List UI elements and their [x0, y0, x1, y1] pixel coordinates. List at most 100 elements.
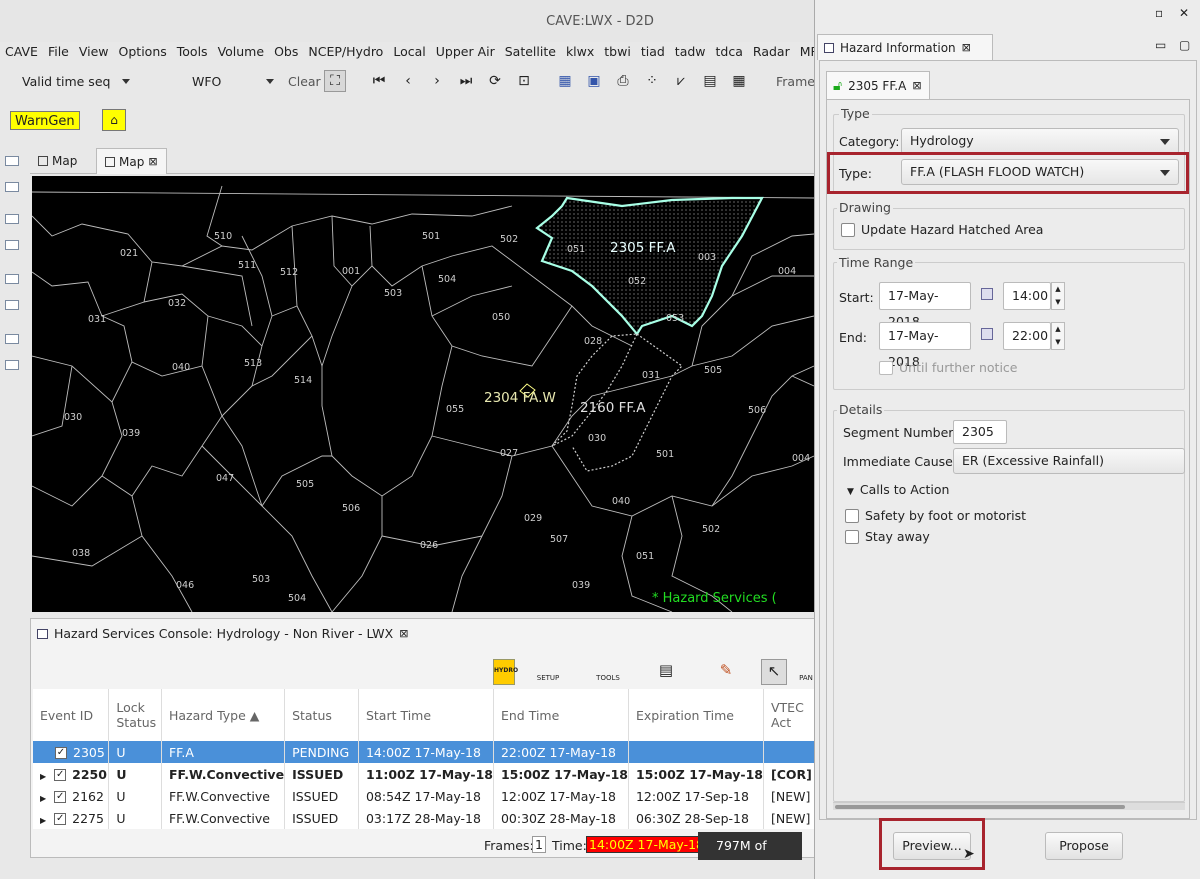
- expand-icon[interactable]: ▶: [40, 794, 46, 803]
- menu-tadw[interactable]: tadw: [670, 42, 711, 62]
- scrollbar-thumb[interactable]: [835, 805, 1125, 809]
- menu-file[interactable]: File: [43, 42, 74, 62]
- col-status[interactable]: Status: [284, 689, 359, 741]
- start-time-spinner[interactable]: ▲ ▼: [1051, 282, 1065, 310]
- print-icon[interactable]: ⎙: [612, 70, 634, 92]
- start-time-field[interactable]: 14:00: [1003, 282, 1051, 310]
- menu-satellite[interactable]: Satellite: [500, 42, 561, 62]
- clear-button[interactable]: Clear: [288, 74, 321, 89]
- call-safety-checkbox[interactable]: Safety by foot or motorist: [845, 508, 1026, 523]
- first-frame-icon[interactable]: ⏮: [368, 70, 390, 92]
- start-date-field[interactable]: 17-May-2018: [879, 282, 971, 329]
- window-icon[interactable]: [5, 240, 19, 250]
- menu-tiad[interactable]: tiad: [636, 42, 670, 62]
- baseline-icon[interactable]: ⩗: [670, 70, 692, 92]
- points-icon[interactable]: ⁘: [641, 70, 663, 92]
- col-vtec[interactable]: VTEC Act: [763, 689, 815, 741]
- menu-tdca[interactable]: tdca: [711, 42, 748, 62]
- console-tab[interactable]: Hazard Services Console: Hydrology - Non…: [31, 619, 414, 649]
- close-icon[interactable]: ⊠: [912, 79, 921, 92]
- minimize-icon[interactable]: [5, 156, 19, 166]
- calendar-icon[interactable]: [981, 288, 993, 300]
- expand-icon[interactable]: ▶: [40, 772, 46, 781]
- table-row[interactable]: ✓ 2305 U FF.A PENDING 14:00Z 17-May-18 22…: [33, 741, 815, 763]
- close-icon[interactable]: ⊠: [399, 619, 408, 649]
- row-checkbox[interactable]: ✓: [54, 769, 67, 781]
- end-time-field[interactable]: 22:00: [1003, 322, 1051, 350]
- panel-layout-icon[interactable]: ▤: [699, 70, 721, 92]
- menu-klwx[interactable]: klwx: [561, 42, 599, 62]
- expand-icon[interactable]: ▶: [40, 816, 46, 825]
- close-icon[interactable]: ✕: [1179, 6, 1189, 20]
- warngen-button[interactable]: WarnGen: [10, 111, 80, 130]
- menu-mrms[interactable]: MRMS: [795, 42, 816, 62]
- close-icon[interactable]: ⊠: [962, 41, 971, 54]
- close-icon[interactable]: ⊠: [148, 150, 157, 174]
- row-checkbox[interactable]: ✓: [54, 791, 67, 803]
- minimize-icon[interactable]: [5, 334, 19, 344]
- segment-field[interactable]: 2305: [953, 420, 1007, 444]
- pencil-icon[interactable]: ✎: [717, 659, 735, 685]
- memory-indicator[interactable]: 797M of: [698, 832, 802, 860]
- checkbox-box[interactable]: [841, 222, 855, 237]
- minimize-icon[interactable]: [5, 214, 19, 224]
- zoom-fit-icon[interactable]: ⛶: [324, 70, 346, 92]
- properties-icon[interactable]: ▣: [583, 70, 605, 92]
- menu-upper-air[interactable]: Upper Air: [431, 42, 500, 62]
- end-time-spinner[interactable]: ▲ ▼: [1051, 322, 1065, 350]
- col-end-time[interactable]: End Time: [493, 689, 629, 741]
- checkbox-box[interactable]: [845, 508, 859, 523]
- next-frame-icon[interactable]: ›: [426, 70, 448, 92]
- col-event-id[interactable]: Event ID: [33, 689, 110, 741]
- tab-map-1[interactable]: Map: [30, 148, 85, 174]
- loop-icon[interactable]: ⟳: [484, 70, 506, 92]
- checkbox-box[interactable]: [845, 529, 859, 544]
- image-tool-icon[interactable]: ▦: [554, 70, 576, 92]
- pan-icon[interactable]: PAN: [797, 659, 815, 685]
- table-row[interactable]: ▶ ✓ 2162 U FF.W.Convective ISSUED 08:54Z 1…: [33, 785, 815, 807]
- minimize-icon[interactable]: ▭: [1155, 38, 1166, 52]
- menu-local[interactable]: Local: [388, 42, 430, 62]
- update-hatched-checkbox[interactable]: Update Hazard Hatched Area: [841, 222, 1043, 237]
- grid-layout-icon[interactable]: ▦: [728, 70, 750, 92]
- minimize-icon[interactable]: [5, 274, 19, 284]
- calendar-icon[interactable]: [981, 328, 993, 340]
- tools-icon[interactable]: TOOLS: [595, 659, 621, 685]
- calls-expander[interactable]: ▼ Calls to Action: [847, 482, 949, 497]
- table-row[interactable]: ▶ ✓ 2275 U FF.W.Convective ISSUED 03:17Z 2…: [33, 807, 815, 829]
- row-checkbox[interactable]: ✓: [55, 747, 67, 759]
- window-icon[interactable]: [5, 300, 19, 310]
- menu-cave[interactable]: CAVE: [0, 42, 43, 62]
- horizontal-scrollbar[interactable]: [833, 802, 1185, 810]
- tab-map-2[interactable]: Map ⊠: [96, 148, 167, 174]
- menu-obs[interactable]: Obs: [269, 42, 303, 62]
- window-icon[interactable]: [5, 182, 19, 192]
- menu-view[interactable]: View: [74, 42, 114, 62]
- row-checkbox[interactable]: ✓: [54, 813, 67, 825]
- menu-tools[interactable]: Tools: [172, 42, 213, 62]
- call-stay-away-checkbox[interactable]: Stay away: [845, 529, 930, 544]
- col-hazard-type[interactable]: Hazard Type ▲: [161, 689, 286, 741]
- propose-button[interactable]: Propose: [1045, 832, 1123, 860]
- category-select[interactable]: Hydrology: [901, 128, 1179, 154]
- refresh-icon[interactable]: ⊡: [513, 70, 535, 92]
- time-mode-select[interactable]: Valid time seq: [22, 72, 134, 92]
- col-lock-status[interactable]: Lock Status: [108, 689, 162, 741]
- minimize-icon[interactable]: ▫: [1155, 6, 1163, 20]
- last-frame-icon[interactable]: ⏭: [455, 70, 477, 92]
- table-row[interactable]: ▶ ✓ 2250 U FF.W.Convective ISSUED 11:00Z 1…: [33, 763, 815, 785]
- col-expiration-time[interactable]: Expiration Time: [628, 689, 765, 741]
- hazard-tab[interactable]: 🔓︎ 2305 FF.A ⊠: [826, 71, 930, 99]
- window-icon[interactable]: [5, 360, 19, 370]
- col-start-time[interactable]: Start Time: [358, 689, 494, 741]
- checkbox-box[interactable]: [879, 360, 893, 375]
- map-display[interactable]: 021 031 032 040 030 039 047 038 046 510 …: [32, 176, 814, 612]
- select-arrow-icon[interactable]: ↖: [761, 659, 787, 685]
- menu-ncep-hydro[interactable]: NCEP/Hydro: [303, 42, 388, 62]
- setup-icon[interactable]: SETUP: [535, 659, 561, 685]
- document-icon[interactable]: ▤: [657, 659, 675, 685]
- hydro-icon[interactable]: HYDRO: [493, 659, 518, 685]
- until-further-checkbox[interactable]: Until further notice: [879, 360, 1018, 375]
- menu-volume[interactable]: Volume: [213, 42, 270, 62]
- panel-tab[interactable]: Hazard Information ⊠: [817, 34, 993, 60]
